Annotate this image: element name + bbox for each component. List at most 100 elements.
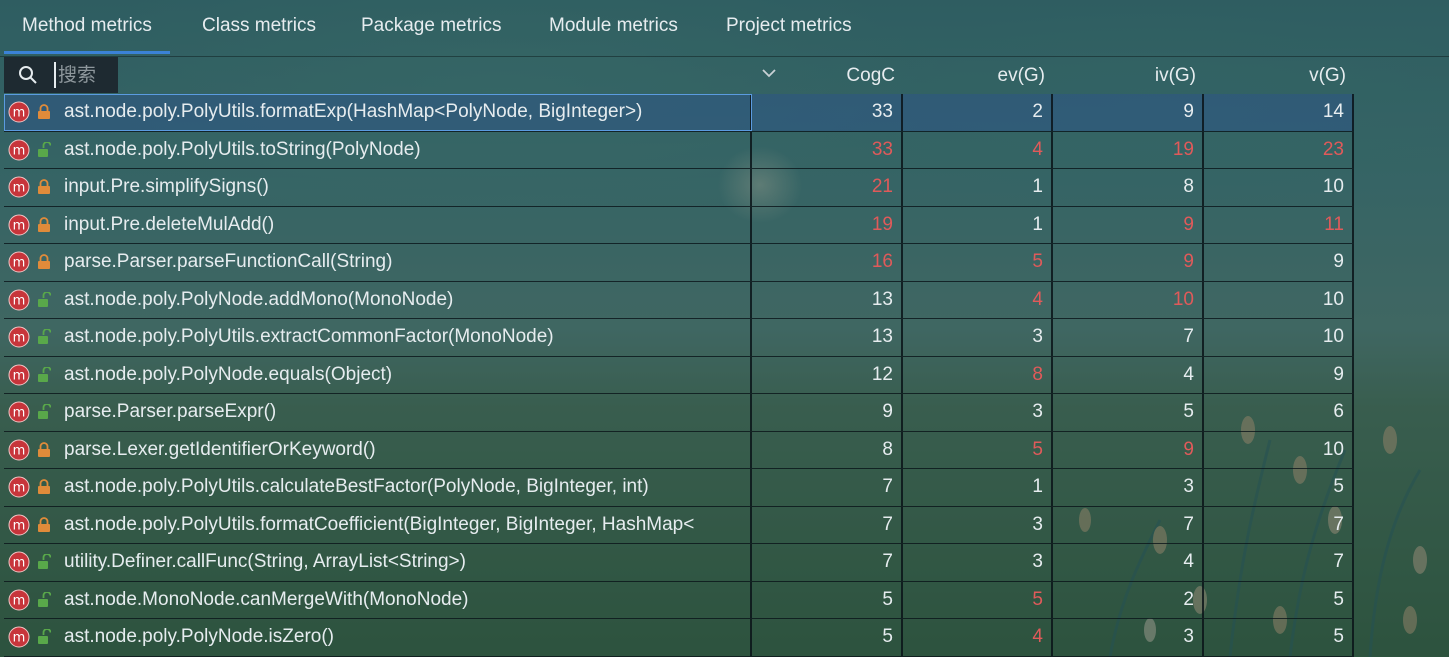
method-name-label: utility.Definer.callFunc(String, ArrayLi… [64, 551, 466, 572]
method-name-label: ast.node.poly.PolyUtils.formatExp(HashMa… [64, 101, 643, 122]
cogc-value: 12 [752, 356, 903, 393]
evg-value: 3 [903, 319, 1053, 356]
svg-text:m: m [13, 406, 26, 421]
method-name-cell: m ast.node.poly.PolyNode.addMono(MonoNode… [4, 281, 752, 318]
table-row[interactable]: m ast.node.MonoNode.canMergeWith(MonoNode… [4, 581, 1354, 619]
method-name-cell: m input.Pre.deleteMulAdd() [4, 206, 752, 243]
evg-value: 5 [903, 581, 1053, 618]
method-icon: m [8, 626, 30, 648]
metrics-tab-bar: Method metrics Class metrics Package met… [0, 0, 1449, 57]
method-icon: m [8, 101, 30, 123]
svg-text:m: m [13, 593, 26, 608]
ivg-value: 7 [1053, 506, 1204, 543]
table-row[interactable]: m ast.node.poly.PolyUtils.formatCoefficie… [4, 506, 1354, 544]
table-row[interactable]: m ast.node.poly.PolyNode.isZero() 5 4 3 5 [4, 619, 1354, 657]
table-row[interactable]: m ast.node.poly.PolyUtils.toString(PolyNo… [4, 131, 1354, 169]
lock-open-icon [38, 404, 51, 419]
ivg-value: 7 [1053, 319, 1204, 356]
method-icon: m [8, 326, 30, 348]
ivg-value: 10 [1053, 281, 1204, 318]
cogc-value: 5 [752, 619, 903, 656]
method-name-label: ast.node.poly.PolyUtils.extractCommonFac… [64, 326, 554, 347]
evg-value: 5 [903, 244, 1053, 281]
table-row[interactable]: m input.Pre.simplifySigns() 21 1 8 10 [4, 169, 1354, 207]
method-name-label: ast.node.poly.PolyNode.addMono(MonoNode) [64, 288, 454, 310]
table-row[interactable]: m input.Pre.deleteMulAdd() 19 1 9 11 [4, 206, 1354, 244]
method-name-cell: m utility.Definer.callFunc(String, ArrayL… [4, 544, 752, 581]
vg-value: 7 [1204, 544, 1354, 581]
lock-closed-icon [38, 254, 50, 269]
ivg-value: 2 [1053, 581, 1204, 618]
cogc-value: 16 [752, 244, 903, 281]
ivg-value: 9 [1053, 94, 1204, 131]
method-name-cell: m ast.node.poly.PolyUtils.extractCommonFa… [4, 319, 752, 356]
table-row[interactable]: m ast.node.poly.PolyNode.equals(Object) 12… [4, 356, 1354, 394]
cogc-value: 33 [752, 131, 903, 168]
method-name-cell: m parse.Parser.parseExpr() [4, 394, 752, 431]
method-metrics-table: m ast.node.poly.PolyUtils.formatExp(HashM… [4, 94, 1354, 657]
method-icon: m [8, 289, 30, 310]
method-name-cell: m parse.Parser.parseFunctionCall(String) [4, 244, 752, 281]
method-icon: m [8, 514, 30, 535]
method-icon: m [8, 139, 30, 160]
vg-value: 7 [1204, 506, 1354, 543]
column-header-evg[interactable]: ev(G) [903, 57, 1053, 93]
method-name-label: input.Pre.simplifySigns() [64, 176, 269, 197]
evg-value: 3 [903, 506, 1053, 543]
evg-value: 4 [903, 619, 1053, 656]
evg-value: 2 [903, 94, 1053, 131]
search-input[interactable] [54, 62, 118, 88]
table-row[interactable]: m parse.Parser.parseFunctionCall(String) 1… [4, 244, 1354, 282]
method-name-label: ast.node.poly.PolyNode.isZero() [64, 626, 334, 647]
vg-value: 11 [1204, 206, 1354, 243]
vg-value: 5 [1204, 619, 1354, 656]
method-name-cell: m input.Pre.simplifySigns() [4, 169, 752, 206]
tab-module-metrics[interactable]: Module metrics [531, 0, 696, 54]
lock-closed-icon [38, 479, 50, 494]
ivg-value: 9 [1053, 431, 1204, 468]
tab-project-metrics[interactable]: Project metrics [708, 0, 870, 54]
column-header-vg[interactable]: v(G) [1204, 57, 1354, 93]
tab-package-metrics[interactable]: Package metrics [343, 0, 519, 54]
method-name-cell: m parse.Lexer.getIdentifierOrKeyword() [4, 431, 752, 468]
evg-value: 8 [903, 356, 1053, 393]
tab-method-metrics[interactable]: Method metrics [4, 0, 170, 54]
method-name-cell: m ast.node.poly.PolyNode.isZero() [4, 619, 752, 656]
evg-value: 3 [903, 394, 1053, 431]
method-icon: m [8, 401, 30, 423]
vg-value: 5 [1204, 469, 1354, 506]
method-name-cell: m ast.node.poly.PolyNode.equals(Object) [4, 356, 752, 393]
table-row[interactable]: m parse.Parser.parseExpr() 9 3 5 6 [4, 394, 1354, 432]
cogc-value: 13 [752, 319, 903, 356]
table-row[interactable]: m utility.Definer.callFunc(String, ArrayL… [4, 544, 1354, 582]
ivg-value: 3 [1053, 619, 1204, 656]
lock-open-icon [38, 591, 51, 607]
vg-value: 23 [1204, 131, 1354, 168]
tab-class-metrics[interactable]: Class metrics [184, 0, 334, 54]
cogc-value: 19 [752, 206, 903, 243]
method-name-label: parse.Parser.parseExpr() [64, 401, 277, 422]
table-row[interactable]: m ast.node.poly.PolyUtils.formatExp(HashM… [4, 94, 1354, 132]
evg-value: 3 [903, 544, 1053, 581]
search-box[interactable] [4, 57, 118, 93]
svg-text:m: m [13, 556, 26, 571]
column-header-cogc[interactable]: CogC [752, 57, 903, 93]
vg-value: 6 [1204, 394, 1354, 431]
method-name-cell: m ast.node.poly.PolyUtils.calculateBestFa… [4, 469, 752, 506]
lock-open-icon [38, 329, 51, 344]
evg-value: 4 [903, 131, 1053, 168]
method-name-label: parse.Parser.parseFunctionCall(String) [64, 251, 393, 272]
cogc-value: 7 [752, 469, 903, 506]
ivg-value: 19 [1053, 131, 1204, 168]
cogc-value: 7 [752, 506, 903, 543]
lock-closed-icon [38, 216, 50, 232]
metrics-window: Method metrics Class metrics Package met… [0, 0, 1449, 657]
ivg-value: 4 [1053, 356, 1204, 393]
svg-text:m: m [13, 631, 26, 646]
table-row[interactable]: m ast.node.poly.PolyUtils.extractCommonFa… [4, 319, 1354, 357]
lock-closed-icon [38, 441, 50, 457]
column-header-ivg[interactable]: iv(G) [1053, 57, 1204, 93]
table-row[interactable]: m parse.Lexer.getIdentifierOrKeyword() 8 5 9… [4, 431, 1354, 469]
table-row[interactable]: m ast.node.poly.PolyUtils.calculateBestFa… [4, 469, 1354, 507]
table-row[interactable]: m ast.node.poly.PolyNode.addMono(MonoNode… [4, 281, 1354, 319]
